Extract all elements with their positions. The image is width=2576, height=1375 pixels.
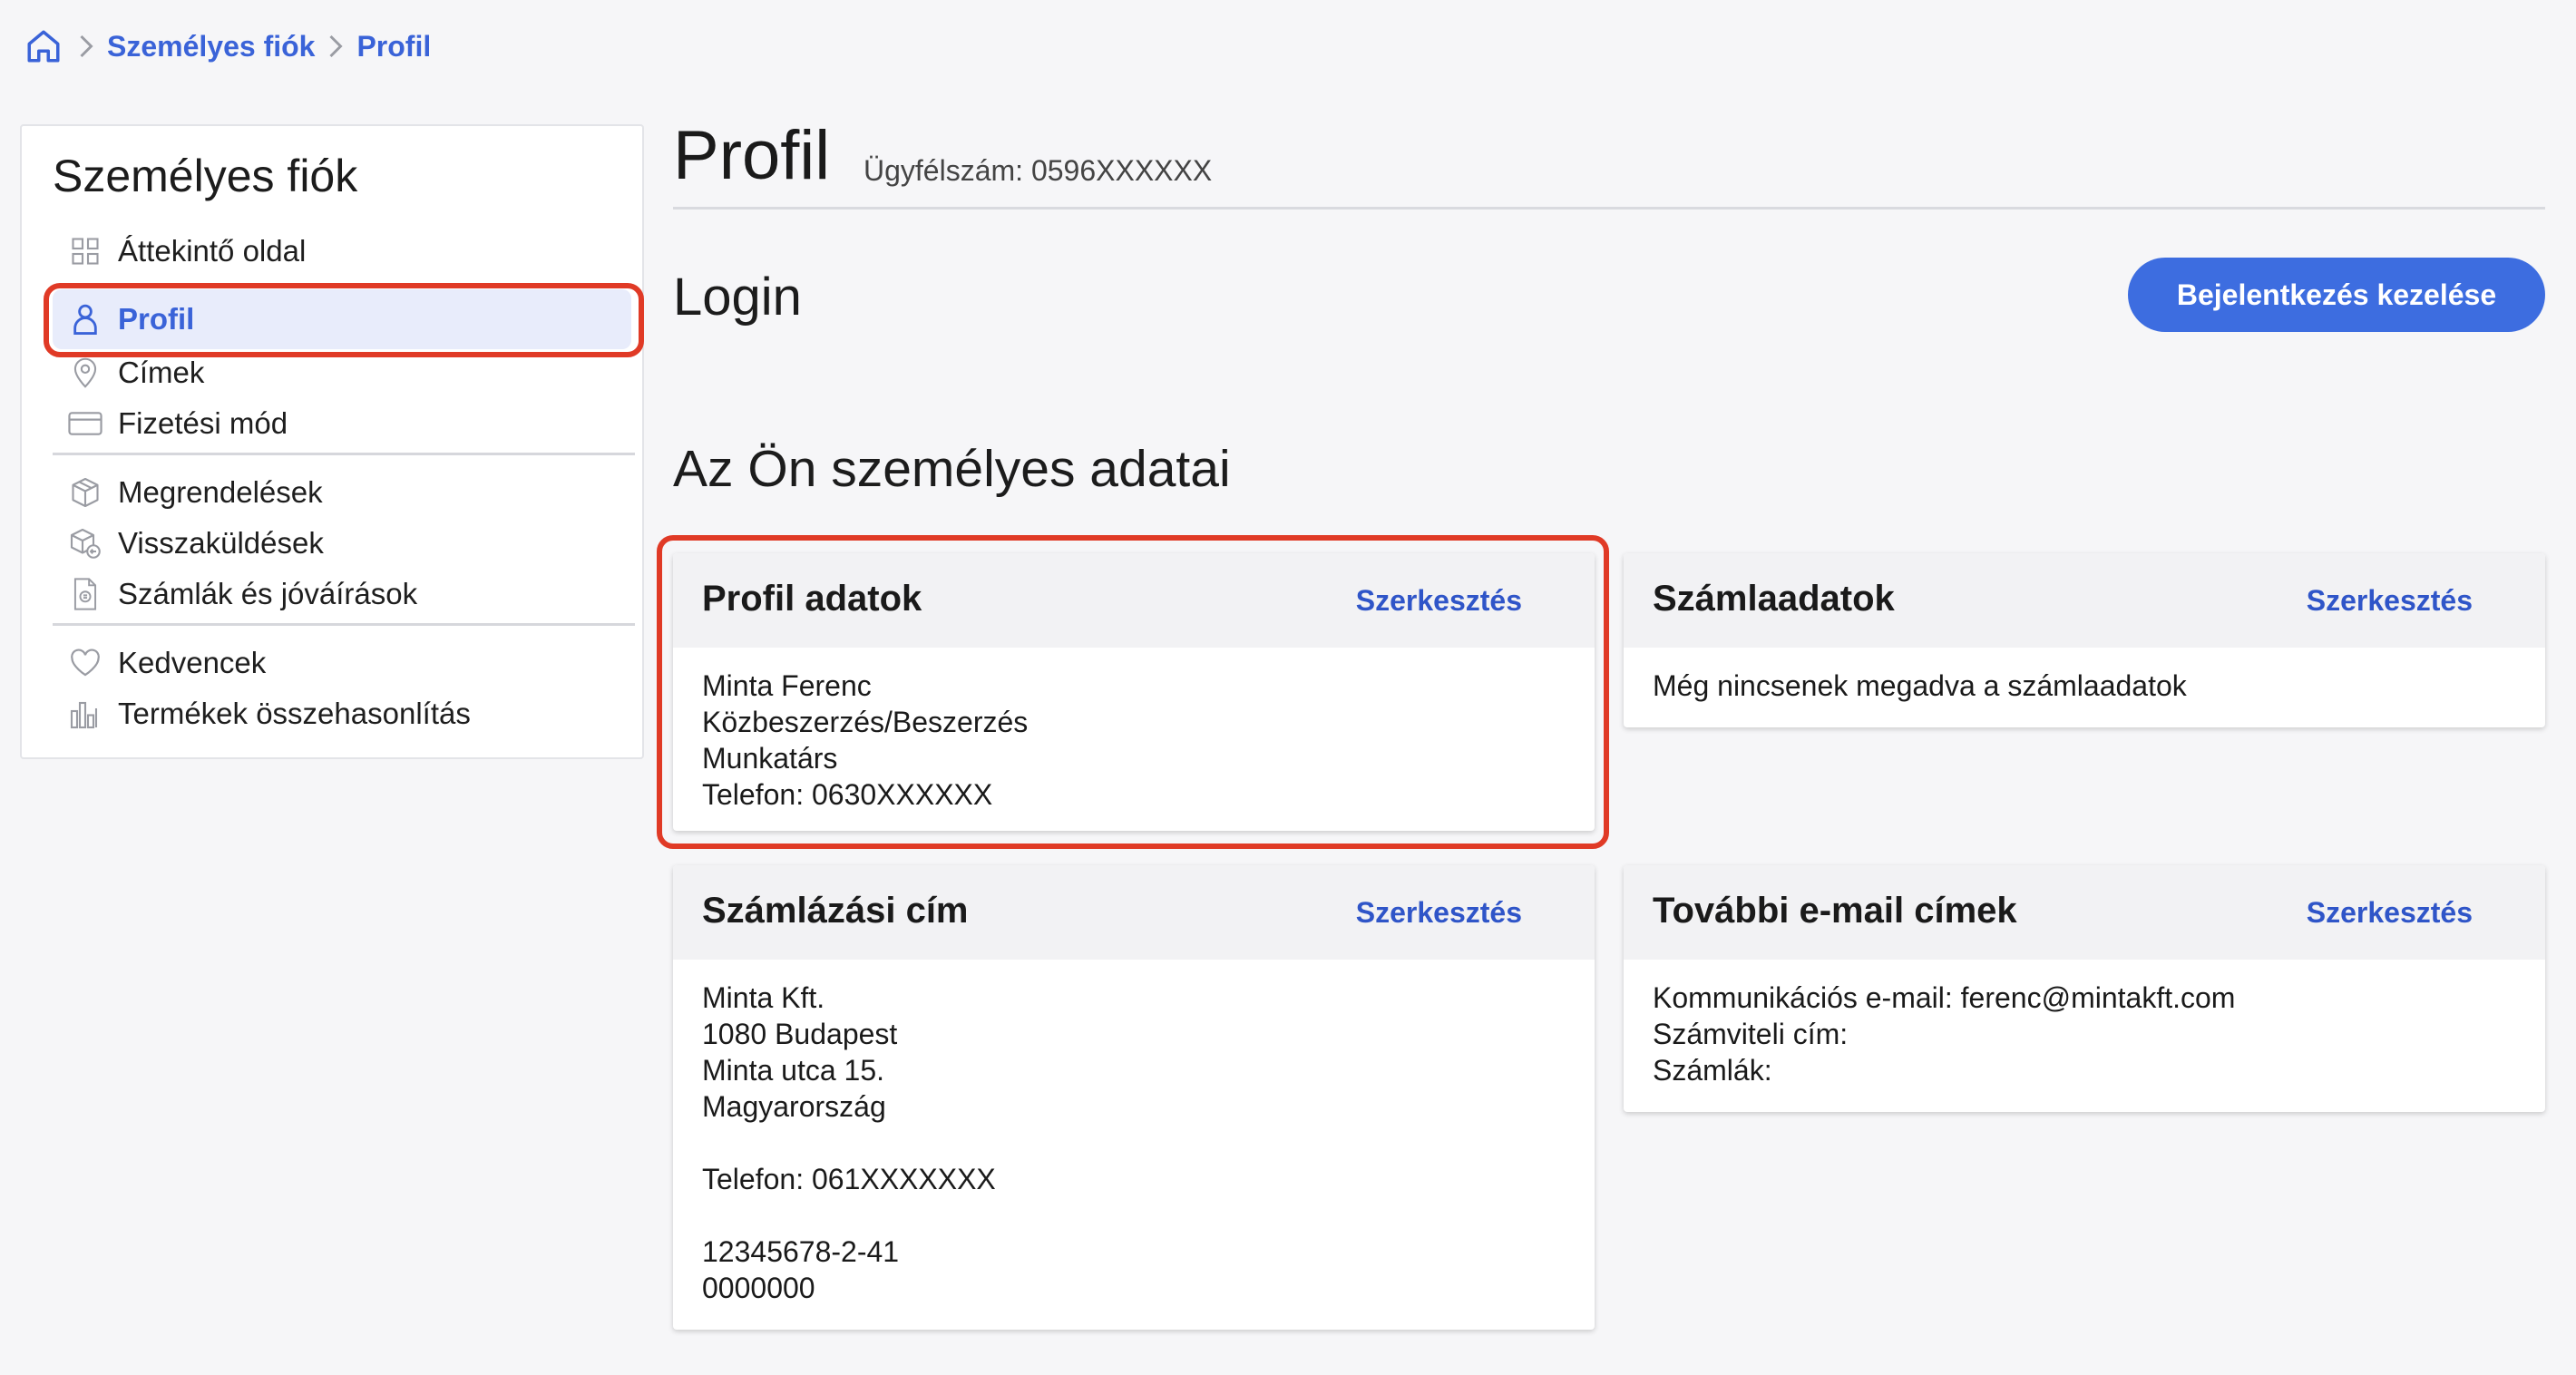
card-title: Számlázási cím	[702, 891, 969, 931]
header-divider	[673, 207, 2545, 210]
sidebar-item-addresses[interactable]: Címek	[65, 351, 204, 395]
sidebar-item-compare[interactable]: Termékek összehasonlítás	[65, 692, 471, 736]
card-body: Kommunikációs e-mail: ferenc@mintakft.co…	[1624, 960, 2545, 1088]
card-title: További e-mail címek	[1653, 891, 2017, 931]
location-pin-icon	[65, 353, 105, 393]
sidebar-divider	[53, 623, 635, 626]
chevron-right-icon	[65, 28, 107, 64]
card-header: Számlázási cím Szerkesztés	[673, 865, 1595, 960]
heart-icon	[65, 643, 105, 683]
sidebar-item-label: Megrendelések	[118, 475, 323, 509]
sidebar-item-label: Fizetési mód	[118, 406, 288, 440]
page-title: Profil	[673, 117, 831, 194]
sidebar-item-favorites[interactable]: Kedvencek	[65, 641, 266, 685]
customer-number: Ügyfélszám: 0596XXXXXX	[864, 154, 1213, 187]
invoice-icon	[65, 574, 105, 614]
sidebar-title: Személyes fiók	[53, 151, 358, 201]
login-title: Login	[673, 268, 802, 327]
sidebar-item-overview[interactable]: Áttekintő oldal	[65, 229, 306, 273]
sidebar-item-label: Termékek összehasonlítás	[118, 697, 471, 730]
edit-emails-button[interactable]: Szerkesztés	[2307, 896, 2473, 930]
address-country: Magyarország	[702, 1090, 886, 1123]
communication-email: Kommunikációs e-mail: ferenc@mintakft.co…	[1653, 981, 2236, 1014]
sidebar: Személyes fiók Áttekintő oldal Profil Cí…	[20, 124, 644, 759]
sidebar-item-label: Számlák és jóváírások	[118, 577, 418, 610]
return-box-icon	[65, 523, 105, 563]
chevron-right-icon	[315, 28, 356, 64]
address-phone: Telefon: 061XXXXXXX	[702, 1163, 996, 1195]
address-company: Minta Kft.	[702, 981, 825, 1014]
sidebar-item-returns[interactable]: Visszaküldések	[65, 522, 324, 565]
breadcrumb-link-account[interactable]: Személyes fiók	[107, 30, 315, 63]
address-street: Minta utca 15.	[702, 1054, 884, 1087]
billing-address-card: Számlázási cím Szerkesztés Minta Kft. 10…	[673, 865, 1595, 1330]
billing-data-empty-text: Még nincsenek megadva a számlaadatok	[1653, 669, 2187, 702]
highlight-annotation	[657, 535, 1609, 849]
registration-number: 0000000	[702, 1272, 815, 1304]
grid-icon	[65, 231, 105, 271]
breadcrumb: Személyes fiók Profil	[22, 22, 431, 71]
sidebar-divider	[53, 453, 635, 455]
credit-card-icon	[65, 404, 105, 444]
card-header: Számlaadatok Szerkesztés	[1624, 553, 2545, 648]
sidebar-item-label: Kedvencek	[118, 646, 267, 679]
bar-chart-icon	[65, 694, 105, 734]
sidebar-item-orders[interactable]: Megrendelések	[65, 471, 323, 514]
personal-data-title: Az Ön személyes adatai	[673, 440, 1231, 498]
sidebar-item-payment[interactable]: Fizetési mód	[65, 402, 288, 445]
sidebar-item-label: Címek	[118, 356, 205, 389]
tax-number: 12345678-2-41	[702, 1235, 900, 1268]
address-city: 1080 Budapest	[702, 1018, 898, 1050]
card-title: Számlaadatok	[1653, 579, 1895, 619]
box-icon	[65, 473, 105, 512]
edit-billing-data-button[interactable]: Szerkesztés	[2307, 584, 2473, 618]
card-body: Még nincsenek megadva a számlaadatok	[1624, 648, 2545, 704]
invoices-email: Számlák:	[1653, 1054, 1772, 1087]
card-header: További e-mail címek Szerkesztés	[1624, 865, 2545, 960]
manage-login-button[interactable]: Bejelentkezés kezelése	[2128, 258, 2545, 332]
highlight-annotation	[44, 283, 644, 357]
sidebar-item-invoices[interactable]: Számlák és jóváírások	[65, 572, 417, 616]
sidebar-item-label: Áttekintő oldal	[118, 234, 307, 268]
edit-billing-address-button[interactable]: Szerkesztés	[1356, 896, 1522, 930]
additional-emails-card: További e-mail címek Szerkesztés Kommuni…	[1624, 865, 2545, 1112]
billing-data-card: Számlaadatok Szerkesztés Még nincsenek m…	[1624, 553, 2545, 727]
card-body: Minta Kft. 1080 Budapest Minta utca 15. …	[673, 960, 1595, 1306]
sidebar-item-label: Visszaküldések	[118, 526, 324, 560]
home-icon[interactable]	[22, 24, 65, 68]
breadcrumb-link-profile[interactable]: Profil	[356, 30, 431, 63]
accounting-email: Számviteli cím:	[1653, 1018, 1849, 1050]
